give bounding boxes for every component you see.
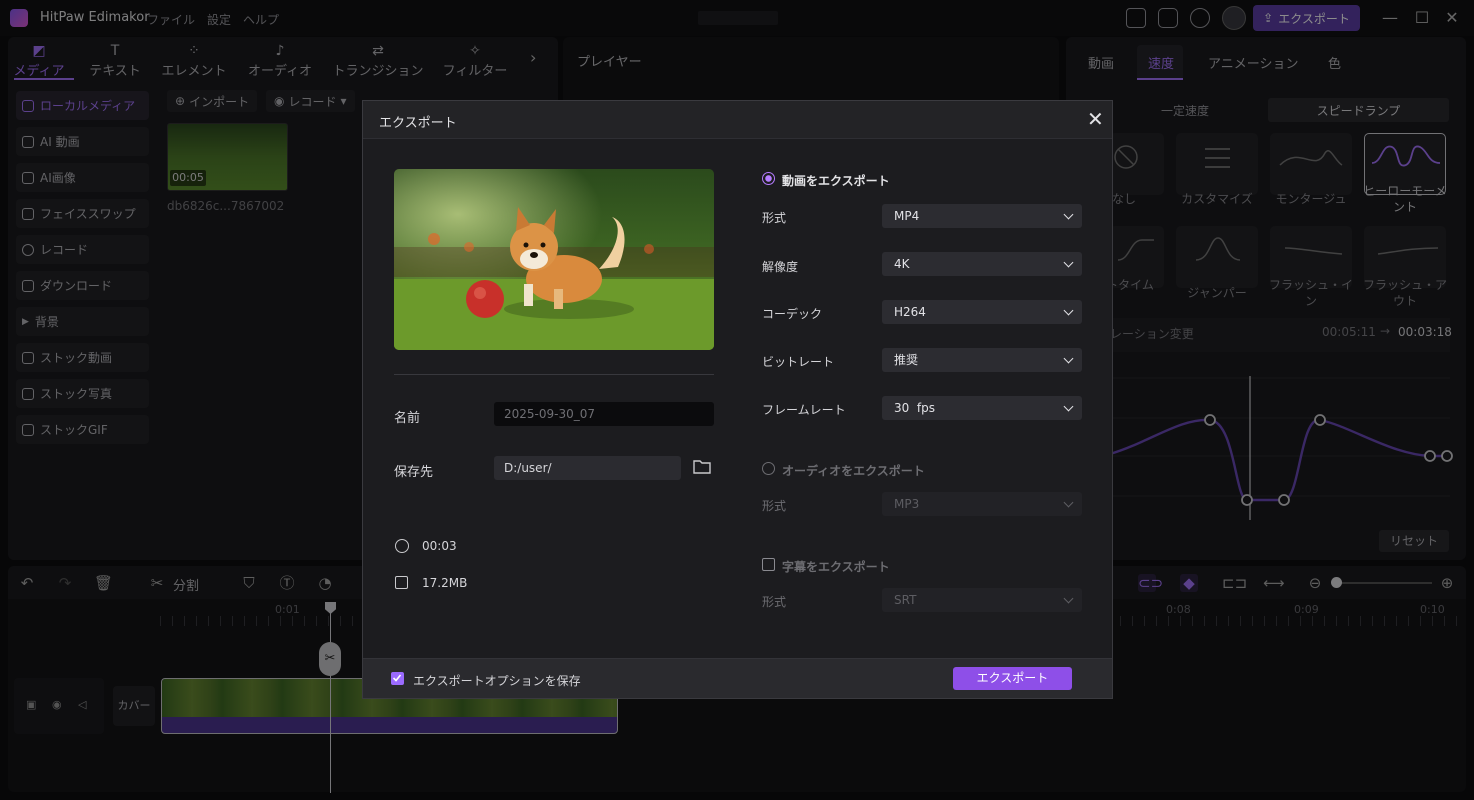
checkbox-keep-options[interactable] bbox=[391, 672, 404, 685]
subtitle-format-label: 形式 bbox=[762, 595, 787, 609]
chevron-down-icon bbox=[1063, 353, 1074, 364]
codec-select[interactable]: H264 bbox=[882, 300, 1082, 324]
format-select[interactable]: MP4 bbox=[882, 204, 1082, 228]
clock-icon bbox=[395, 539, 409, 553]
chevron-down-icon bbox=[1063, 593, 1074, 604]
audio-format-select[interactable]: MP3 bbox=[882, 492, 1082, 516]
export-subtitles-label[interactable]: 字幕をエクスポート bbox=[782, 558, 890, 575]
export-dialog: エクスポート ✕ 名前 2025-09-30_07 保存先 D:/user/ 0… bbox=[362, 100, 1113, 699]
subtitle-format-select[interactable]: SRT bbox=[882, 588, 1082, 612]
framerate-label: フレームレート bbox=[762, 403, 846, 417]
save-path-input[interactable]: D:/user/ bbox=[494, 456, 681, 480]
chevron-down-icon bbox=[1063, 401, 1074, 412]
chevron-down-icon bbox=[1063, 257, 1074, 268]
dialog-header bbox=[363, 101, 1112, 139]
chevron-down-icon bbox=[1063, 497, 1074, 508]
export-duration: 00:03 bbox=[422, 539, 457, 553]
dog-photo bbox=[394, 169, 714, 350]
bitrate-label: ビットレート bbox=[762, 355, 835, 369]
framerate-select[interactable]: 30 fps bbox=[882, 396, 1082, 420]
dialog-title: エクスポート bbox=[379, 116, 457, 131]
dialog-footer: エクスポートオプションを保存 エクスポート bbox=[363, 658, 1112, 698]
name-input[interactable]: 2025-09-30_07 bbox=[494, 402, 714, 426]
divider bbox=[394, 374, 714, 375]
check-icon bbox=[392, 674, 402, 682]
chevron-down-icon bbox=[1063, 209, 1074, 220]
export-video-label[interactable]: 動画をエクスポート bbox=[782, 172, 890, 189]
export-button[interactable]: エクスポート bbox=[953, 667, 1072, 690]
close-icon[interactable]: ✕ bbox=[1087, 108, 1104, 130]
export-audio-label[interactable]: オーディオをエクスポート bbox=[782, 462, 925, 479]
audio-format-label: 形式 bbox=[762, 499, 787, 513]
resolution-label: 解像度 bbox=[762, 260, 799, 274]
name-label: 名前 bbox=[394, 411, 421, 426]
radio-export-video[interactable] bbox=[762, 172, 775, 185]
codec-label: コーデック bbox=[762, 307, 823, 321]
export-file-size: 17.2MB bbox=[422, 576, 468, 590]
resolution-select[interactable]: 4K bbox=[882, 252, 1082, 276]
bitrate-select[interactable]: 推奨 bbox=[882, 348, 1082, 372]
folder-icon[interactable] bbox=[693, 459, 711, 474]
export-preview-image bbox=[394, 169, 714, 350]
keep-options-label[interactable]: エクスポートオプションを保存 bbox=[413, 672, 581, 689]
save-location-label: 保存先 bbox=[394, 465, 434, 480]
format-label: 形式 bbox=[762, 211, 787, 225]
checkbox-export-subtitles[interactable] bbox=[762, 558, 775, 571]
file-size-icon bbox=[395, 576, 408, 589]
radio-export-audio[interactable] bbox=[762, 462, 775, 475]
chevron-down-icon bbox=[1063, 305, 1074, 316]
